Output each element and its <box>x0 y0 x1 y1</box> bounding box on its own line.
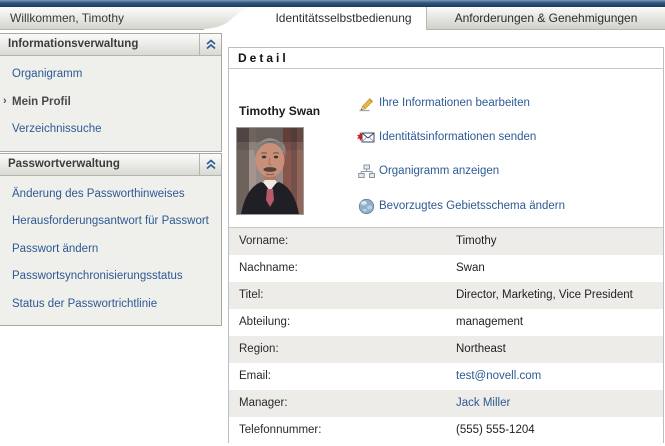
sidebar-item-my-profile[interactable]: › Mein Profil <box>0 89 221 117</box>
top-navy-bar <box>0 0 665 7</box>
sidebar-section-title: Informationsverwaltung <box>0 34 199 55</box>
sidebar-section-header: Passwortverwaltung <box>0 154 221 176</box>
field-value-region: Northeast <box>456 336 663 363</box>
org-chart-icon <box>357 162 375 180</box>
field-label: Region: <box>229 336 456 363</box>
field-label: Nachname: <box>229 255 456 282</box>
field-value-title: Director, Marketing, Vice President <box>456 282 663 309</box>
detail-panel-title: Detail <box>229 48 663 69</box>
profile-section: Timothy Swan <box>229 69 663 227</box>
sidebar-item-password-sync-status[interactable]: Passwortsynchronisierungsstatus <box>0 263 221 291</box>
profile-field-table: Vorname: Timothy Nachname: Swan Titel: D… <box>229 227 663 444</box>
table-row: Manager: Jack Miller <box>229 390 663 417</box>
header-strip: Willkommen, Timothy Identitätsselbstbedi… <box>0 7 665 30</box>
chevron-double-up-icon <box>205 39 217 50</box>
tab-requests-approvals[interactable]: Anforderungen & Genehmigungen <box>426 7 665 30</box>
pencil-icon <box>357 94 375 112</box>
sidebar-item-org-chart[interactable]: Organigramm <box>0 61 221 89</box>
field-value-department: management <box>456 309 663 336</box>
sidebar-item-password-hint-change[interactable]: Änderung des Passworthinweises <box>0 181 221 209</box>
selected-item-bullet: › <box>3 94 7 109</box>
sidebar-item-directory-search[interactable]: Verzeichnissuche <box>0 116 221 144</box>
sidebar-item-challenge-response[interactable]: Herausforderungsantwort für Passwort <box>0 208 221 236</box>
table-row: Nachname: Swan <box>229 255 663 282</box>
collapse-section-button[interactable] <box>199 34 221 55</box>
table-row: Titel: Director, Marketing, Vice Preside… <box>229 282 663 309</box>
sidebar-item-label: Mein Profil <box>12 96 71 108</box>
table-row: Vorname: Timothy <box>229 228 663 255</box>
action-send-identity-info[interactable]: Identitätsinformationen senden <box>357 127 536 147</box>
field-value-manager-link[interactable]: Jack Miller <box>456 390 663 417</box>
sidebar-section-information-management: Informationsverwaltung Organigramm › Mei… <box>0 33 222 152</box>
field-value-last-name: Swan <box>456 255 663 282</box>
field-label: Titel: <box>229 282 456 309</box>
tab-identity-self-service[interactable]: Identitätsselbstbedienung <box>262 7 425 30</box>
field-label: Vorname: <box>229 228 456 255</box>
action-label: Identitätsinformationen senden <box>379 131 536 143</box>
action-label: Bevorzugtes Gebietsschema ändern <box>379 200 565 212</box>
sidebar-item-password-policy-status[interactable]: Status der Passwortrichtlinie <box>0 291 221 319</box>
action-label: Organigramm anzeigen <box>379 165 499 177</box>
sidebar-section-password-management: Passwortverwaltung Änderung des Passwort… <box>0 153 222 327</box>
field-value-email-link[interactable]: test@novell.com <box>456 363 663 390</box>
globe-icon <box>357 197 375 215</box>
table-row: Email: test@novell.com <box>229 363 663 390</box>
table-row: Region: Northeast <box>229 336 663 363</box>
sidebar-section-header: Informationsverwaltung <box>0 34 221 56</box>
field-label: Abteilung: <box>229 309 456 336</box>
collapse-section-button[interactable] <box>199 154 221 175</box>
field-value-phone: (555) 555-1204 <box>456 417 663 444</box>
action-label: Ihre Informationen bearbeiten <box>379 97 530 109</box>
profile-photo <box>236 127 304 215</box>
field-label: Email: <box>229 363 456 390</box>
sidebar-item-list: Organigramm › Mein Profil Verzeichnissuc… <box>0 56 221 151</box>
field-value-first-name: Timothy <box>456 228 663 255</box>
sidebar-section-title: Passwortverwaltung <box>0 154 199 175</box>
chevron-double-up-icon <box>205 159 217 170</box>
detail-panel: Detail Timothy Swan <box>228 47 664 443</box>
sidebar-item-change-password[interactable]: Passwort ändern <box>0 236 221 264</box>
profile-name: Timothy Swan <box>239 104 320 118</box>
field-label: Telefonnummer: <box>229 417 456 444</box>
table-row: Abteilung: management <box>229 309 663 336</box>
action-change-preferred-locale[interactable]: Bevorzugtes Gebietsschema ändern <box>357 196 565 216</box>
table-row: Telefonnummer: (555) 555-1204 <box>229 417 663 444</box>
portrait-photo-image <box>237 128 303 214</box>
field-label: Manager: <box>229 390 456 417</box>
action-edit-your-information[interactable]: Ihre Informationen bearbeiten <box>357 93 530 113</box>
send-mail-icon <box>357 128 375 146</box>
welcome-message: Willkommen, Timothy <box>10 7 124 30</box>
action-show-org-chart[interactable]: Organigramm anzeigen <box>357 161 499 181</box>
sidebar-item-list: Änderung des Passworthinweises Herausfor… <box>0 176 221 326</box>
sidebar: Informationsverwaltung Organigramm › Mei… <box>0 33 222 327</box>
